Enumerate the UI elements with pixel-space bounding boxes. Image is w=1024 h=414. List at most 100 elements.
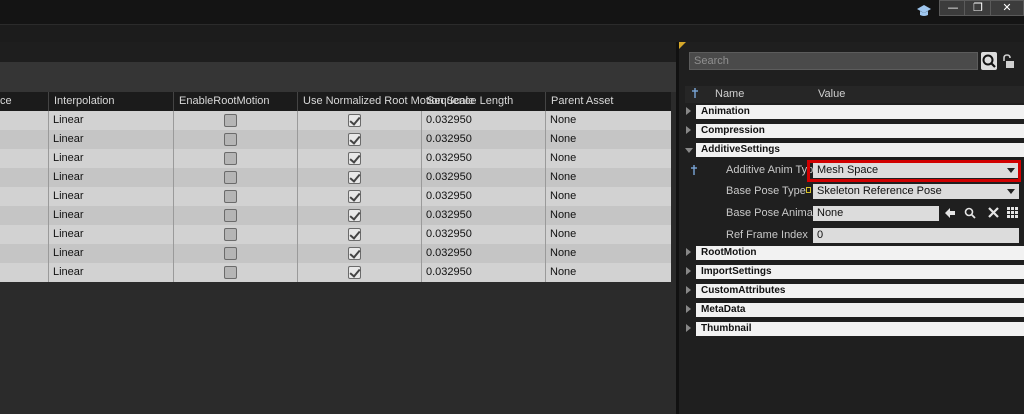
sequence-length-cell[interactable]: 0.032950 (422, 130, 546, 149)
category-import-settings[interactable]: ImportSettings (685, 264, 1024, 281)
column-header-parent-asset[interactable]: Parent Asset (546, 92, 671, 111)
parent-asset-cell[interactable]: None (546, 244, 671, 263)
parent-asset-cell[interactable]: None (546, 111, 671, 130)
details-search-input[interactable]: Search (689, 52, 978, 70)
sequence-length-cell[interactable]: 0.032950 (422, 168, 546, 187)
table-row[interactable]: Linear 0.032950 None (0, 149, 671, 168)
use-normalized-checkbox[interactable] (348, 228, 361, 241)
lock-icon[interactable] (1001, 54, 1015, 70)
use-normalized-checkbox[interactable] (348, 152, 361, 165)
category-thumbnail[interactable]: Thumbnail (685, 321, 1024, 338)
browse-search-icon[interactable] (964, 207, 976, 222)
base-pose-animation-picker[interactable]: None (813, 206, 939, 221)
table-row[interactable]: Linear 0.032950 None (0, 206, 671, 225)
table-row[interactable]: Linear 0.032950 None (0, 244, 671, 263)
table-cell[interactable] (0, 111, 49, 130)
reset-to-default-icon[interactable] (806, 187, 811, 193)
sequence-length-cell[interactable]: 0.032950 (422, 206, 546, 225)
clear-icon[interactable] (988, 207, 999, 221)
sequence-length-cell[interactable]: 0.032950 (422, 263, 546, 282)
enable-root-motion-checkbox[interactable] (224, 152, 237, 165)
category-label: Thumbnail (696, 322, 1024, 336)
enable-root-motion-checkbox[interactable] (224, 228, 237, 241)
sequence-length-cell[interactable]: 0.032950 (422, 111, 546, 130)
pin-icon[interactable] (690, 164, 698, 179)
enable-root-motion-checkbox[interactable] (224, 247, 237, 260)
table-cell[interactable] (0, 263, 49, 282)
restore-button[interactable]: ❐ (964, 0, 992, 16)
category-label: MetaData (696, 303, 1024, 317)
parent-asset-cell[interactable]: None (546, 187, 671, 206)
interpolation-cell[interactable]: Linear (49, 244, 174, 263)
enable-root-motion-checkbox[interactable] (224, 171, 237, 184)
enable-root-motion-checkbox[interactable] (224, 209, 237, 222)
interpolation-cell[interactable]: Linear (49, 168, 174, 187)
enable-root-motion-checkbox[interactable] (224, 114, 237, 127)
table-cell[interactable] (0, 130, 49, 149)
graduation-cap-icon[interactable] (914, 2, 934, 20)
column-header-sequence-length[interactable]: Sequence Length (422, 92, 546, 111)
interpolation-cell[interactable]: Linear (49, 187, 174, 206)
table-row[interactable]: Linear 0.032950 None (0, 263, 671, 282)
use-normalized-checkbox[interactable] (348, 209, 361, 222)
parent-asset-cell[interactable]: None (546, 149, 671, 168)
use-normalized-cell (298, 244, 422, 263)
category-custom-attributes[interactable]: CustomAttributes (685, 283, 1024, 300)
sequence-length-cell[interactable]: 0.032950 (422, 244, 546, 263)
table-cell[interactable] (0, 225, 49, 244)
use-normalized-checkbox[interactable] (348, 171, 361, 184)
interpolation-cell[interactable]: Linear (49, 225, 174, 244)
table-cell[interactable] (0, 244, 49, 263)
use-normalized-checkbox[interactable] (348, 247, 361, 260)
parent-asset-cell[interactable]: None (546, 168, 671, 187)
enable-root-motion-checkbox[interactable] (224, 190, 237, 203)
interpolation-cell[interactable]: Linear (49, 206, 174, 225)
category-animation[interactable]: Animation (685, 104, 1024, 121)
asset-value: None (817, 207, 844, 219)
interpolation-cell[interactable]: Linear (49, 149, 174, 168)
column-header-interpolation[interactable]: Interpolation (49, 92, 174, 111)
table-row[interactable]: Linear 0.032950 None (0, 168, 671, 187)
parent-asset-cell[interactable]: None (546, 130, 671, 149)
ref-frame-index-input[interactable]: 0 (813, 228, 1019, 243)
interpolation-cell[interactable]: Linear (49, 111, 174, 130)
base-pose-type-dropdown[interactable]: Skeleton Reference Pose (813, 184, 1019, 199)
enable-root-motion-checkbox[interactable] (224, 266, 237, 279)
use-normalized-checkbox[interactable] (348, 266, 361, 279)
table-cell[interactable] (0, 187, 49, 206)
pin-icon[interactable] (691, 87, 699, 102)
table-cell[interactable] (0, 149, 49, 168)
interpolation-cell[interactable]: Linear (49, 130, 174, 149)
search-icon[interactable] (981, 52, 997, 70)
interpolation-cell[interactable]: Linear (49, 263, 174, 282)
category-compression[interactable]: Compression (685, 123, 1024, 140)
use-selected-arrow-icon[interactable] (944, 207, 956, 222)
column-header-enable-root-motion[interactable]: EnableRootMotion (174, 92, 298, 111)
grid-icon[interactable] (1007, 207, 1018, 221)
close-button[interactable]: ✕ (990, 0, 1024, 16)
use-normalized-checkbox[interactable] (348, 133, 361, 146)
minimize-button[interactable]: — (939, 0, 967, 16)
chevron-right-icon (686, 248, 691, 256)
use-normalized-checkbox[interactable] (348, 114, 361, 127)
category-label: Compression (696, 124, 1024, 138)
column-header[interactable]: ce (0, 92, 49, 111)
table-row[interactable]: Linear 0.032950 None (0, 187, 671, 206)
table-cell[interactable] (0, 168, 49, 187)
table-row[interactable]: Linear 0.032950 None (0, 130, 671, 149)
category-additive-settings[interactable]: AdditiveSettings (685, 142, 1024, 159)
table-cell[interactable] (0, 206, 49, 225)
use-normalized-checkbox[interactable] (348, 190, 361, 203)
parent-asset-cell[interactable]: None (546, 263, 671, 282)
table-row[interactable]: Linear 0.032950 None (0, 111, 671, 130)
table-row[interactable]: Linear 0.032950 None (0, 225, 671, 244)
category-meta-data[interactable]: MetaData (685, 302, 1024, 319)
sequence-length-cell[interactable]: 0.032950 (422, 149, 546, 168)
enable-root-motion-checkbox[interactable] (224, 133, 237, 146)
sequence-length-cell[interactable]: 0.032950 (422, 187, 546, 206)
column-header-use-normalized[interactable]: Use Normalized Root Motion Scale (298, 92, 474, 111)
category-root-motion[interactable]: RootMotion (685, 245, 1024, 262)
parent-asset-cell[interactable]: None (546, 206, 671, 225)
parent-asset-cell[interactable]: None (546, 225, 671, 244)
sequence-length-cell[interactable]: 0.032950 (422, 225, 546, 244)
